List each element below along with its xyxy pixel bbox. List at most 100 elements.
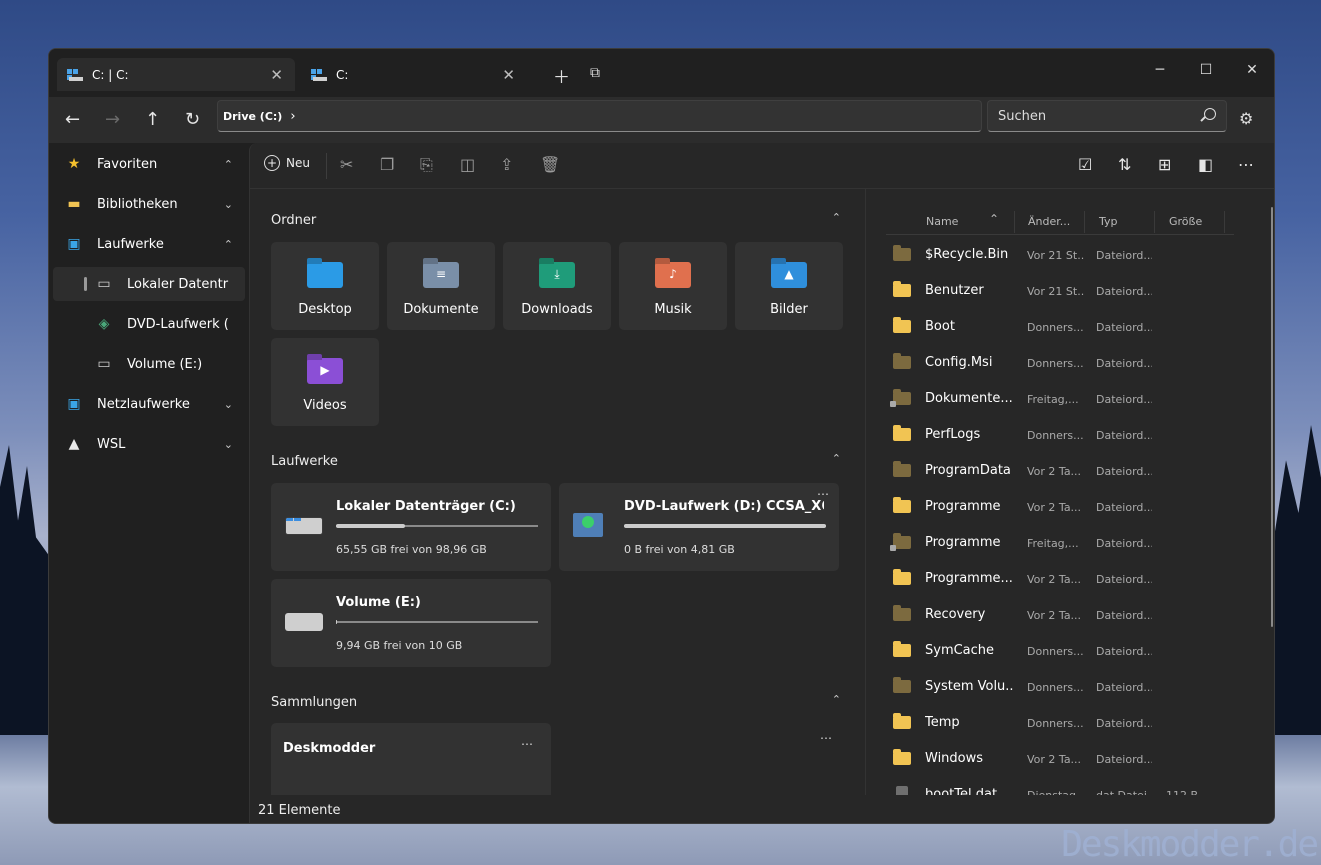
preview-pane-icon[interactable]: ◧ <box>1198 155 1213 174</box>
column-header-name[interactable]: Name <box>926 215 958 228</box>
share-icon[interactable]: ⇪ <box>500 155 513 174</box>
section-title-sammlungen: Sammlungen <box>271 695 358 710</box>
file-name: System Volu... <box>925 679 1013 694</box>
folder-card-dokumente[interactable]: ≡ Dokumente <box>387 242 495 330</box>
table-row[interactable]: Dokumente... Freitag,... Dateiord... <box>886 381 1234 417</box>
chevron-up-icon[interactable]: ⌃ <box>224 158 233 171</box>
chevron-down-icon[interactable]: ⌄ <box>224 198 233 211</box>
close-tab-icon[interactable]: ✕ <box>270 66 283 84</box>
column-divider[interactable] <box>1014 211 1015 233</box>
folder-icon <box>893 281 911 297</box>
sidebar-item-bibliotheken[interactable]: ▬ Bibliotheken ⌄ <box>53 187 245 221</box>
forward-arrow-icon[interactable]: → <box>105 109 120 130</box>
section-title-ordner: Ordner <box>271 213 317 228</box>
sidebar-item-wsl[interactable]: ▲ WSL ⌄ <box>53 427 245 461</box>
drive-card-d[interactable]: DVD-Laufwerk (D:) CCSA_X64... 0 B frei v… <box>559 483 839 571</box>
folder-card-videos[interactable]: ▶ Videos <box>271 338 379 426</box>
drive-card-e[interactable]: Volume (E:) 9,94 GB frei von 10 GB <box>271 579 551 667</box>
drive-free-space: 9,94 GB frei von 10 GB <box>336 639 463 652</box>
table-row[interactable]: System Volu... Donners... Dateiord... <box>886 669 1234 705</box>
command-bar: + Neu ✂ ❐ ⎘ ◫ ⇪ 🗑 ☑ ⇅ ⊞ ◧ ⋯ <box>250 143 1274 189</box>
sidebar-item-lokaler-datentraeger[interactable]: ▭ Lokaler Datentr <box>53 267 245 301</box>
sort-icon[interactable]: ⇅ <box>1118 155 1131 174</box>
minimize-button[interactable]: ─ <box>1137 55 1183 85</box>
more-options-icon[interactable]: ⋯ <box>1238 155 1254 174</box>
rename-icon[interactable]: ◫ <box>460 155 475 174</box>
table-row[interactable]: ProgramData Vor 2 Ta... Dateiord... <box>886 453 1234 489</box>
gear-icon[interactable]: ⚙ <box>1239 109 1253 128</box>
maximize-button[interactable]: ☐ <box>1183 55 1229 85</box>
search-input[interactable]: Suchen <box>987 100 1227 132</box>
plus-circle-icon: + <box>264 155 280 171</box>
sidebar-item-label: Favoriten <box>97 156 158 172</box>
tab-c-c[interactable]: C: | C: ✕ <box>57 58 295 91</box>
tab-c[interactable]: C: ✕ <box>301 58 527 91</box>
paste-icon[interactable]: ⎘ <box>420 155 433 175</box>
up-arrow-icon[interactable]: ↑ <box>145 109 160 130</box>
more-options-icon[interactable]: ⋯ <box>817 487 829 501</box>
chevron-up-icon[interactable]: ⌃ <box>832 211 841 224</box>
column-header-size[interactable]: Größe <box>1169 215 1202 228</box>
column-divider[interactable] <box>1224 211 1225 233</box>
pictures-folder-icon: ▲ <box>771 262 807 288</box>
column-header-modified[interactable]: Änder... <box>1028 215 1070 228</box>
cut-icon[interactable]: ✂ <box>340 155 353 174</box>
chevron-down-icon[interactable]: ⌄ <box>224 398 233 411</box>
table-row[interactable]: Programme Vor 2 Ta... Dateiord... <box>886 489 1234 525</box>
close-tab-icon[interactable]: ✕ <box>502 66 515 84</box>
chevron-up-icon[interactable]: ⌃ <box>832 452 841 465</box>
folder-card-desktop[interactable]: Desktop <box>271 242 379 330</box>
file-date: Vor 2 Ta... <box>1027 753 1082 766</box>
column-header-type[interactable]: Typ <box>1099 215 1118 228</box>
file-type: Dateiord... <box>1096 501 1152 514</box>
sidebar-item-laufwerke[interactable]: ▣ Laufwerke ⌃ <box>53 227 245 261</box>
new-button[interactable]: + Neu <box>264 155 310 171</box>
table-row[interactable]: PerfLogs Donners... Dateiord... <box>886 417 1234 453</box>
folder-card-bilder[interactable]: ▲ Bilder <box>735 242 843 330</box>
chevron-up-icon[interactable]: ⌃ <box>832 693 841 706</box>
table-row[interactable]: bootTel.dat Dienstag,... dat Datei 112 B <box>886 777 1234 795</box>
chevron-down-icon[interactable]: ⌄ <box>224 438 233 451</box>
folder-card-musik[interactable]: ♪ Musik <box>619 242 727 330</box>
drive-card-c[interactable]: Lokaler Datenträger (C:) 65,55 GB frei v… <box>271 483 551 571</box>
refresh-icon[interactable]: ↻ <box>185 109 200 130</box>
more-options-icon[interactable]: ⋯ <box>521 737 533 751</box>
table-row[interactable]: Recovery Vor 2 Ta... Dateiord... <box>886 597 1234 633</box>
scrollbar[interactable] <box>1271 207 1273 627</box>
sidebar-item-netzlaufwerke[interactable]: ▣ Netzlaufwerke ⌄ <box>53 387 245 421</box>
file-name: Temp <box>925 715 960 730</box>
search-icon[interactable] <box>1204 108 1216 120</box>
column-divider[interactable] <box>1154 211 1155 233</box>
back-arrow-icon[interactable]: ← <box>65 109 80 130</box>
close-button[interactable]: ✕ <box>1229 55 1274 85</box>
column-divider[interactable] <box>1084 211 1085 233</box>
collection-card-deskmodder[interactable]: Deskmodder ⋯ <box>271 723 551 795</box>
sidebar-item-favoriten[interactable]: ★ Favoriten ⌃ <box>53 147 245 181</box>
duplicate-tab-icon[interactable]: ⧉ <box>590 65 600 81</box>
layout-icon[interactable]: ⊞ <box>1158 155 1171 174</box>
sidebar-item-dvd-laufwerk[interactable]: ◈ DVD-Laufwerk ( <box>53 307 245 341</box>
delete-icon[interactable]: 🗑 <box>540 155 560 174</box>
copy-icon[interactable]: ❐ <box>380 155 394 174</box>
chevron-right-icon[interactable]: › <box>290 109 295 124</box>
table-row[interactable]: Programme Freitag,... Dateiord... <box>886 525 1234 561</box>
table-row[interactable]: Windows Vor 2 Ta... Dateiord... <box>886 741 1234 777</box>
table-row[interactable]: Temp Donners... Dateiord... <box>886 705 1234 741</box>
folder-card-downloads[interactable]: ⤓ Downloads <box>503 242 611 330</box>
select-icon[interactable]: ☑ <box>1078 155 1092 174</box>
path-box[interactable]: Drive (C:) › <box>217 100 982 132</box>
table-row[interactable]: Benutzer Vor 21 St... Dateiord... <box>886 273 1234 309</box>
table-row[interactable]: Boot Donners... Dateiord... <box>886 309 1234 345</box>
sidebar-item-volume-e[interactable]: ▭ Volume (E:) <box>53 347 245 381</box>
drive-usage-fill <box>336 620 338 624</box>
more-options-icon[interactable]: ⋯ <box>820 731 832 745</box>
table-row[interactable]: $Recycle.Bin Vor 21 St... Dateiord... <box>886 237 1234 273</box>
table-row[interactable]: Programme... Vor 2 Ta... Dateiord... <box>886 561 1234 597</box>
chevron-up-icon[interactable]: ⌃ <box>224 238 233 251</box>
folder-label: Downloads <box>521 302 593 317</box>
new-tab-icon[interactable]: ＋ <box>553 63 570 88</box>
breadcrumb-drive[interactable]: Drive (C:) <box>223 110 282 123</box>
table-row[interactable]: SymCache Donners... Dateiord... <box>886 633 1234 669</box>
table-row[interactable]: Config.Msi Donners... Dateiord... <box>886 345 1234 381</box>
sort-ascending-icon[interactable]: ⌃ <box>989 212 999 226</box>
